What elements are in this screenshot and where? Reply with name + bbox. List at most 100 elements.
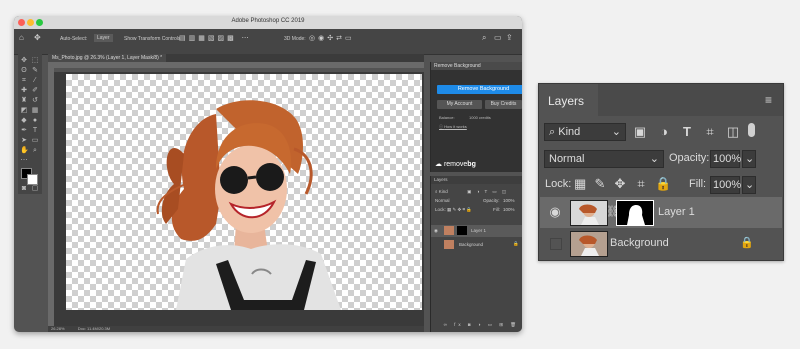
move-tool-icon[interactable]: ✥	[20, 57, 28, 65]
panel-menu-icon[interactable]: ≡	[765, 93, 772, 107]
remove-background-button[interactable]: Remove Background	[437, 85, 522, 94]
opacity-chevron-icon[interactable]: ⌄	[742, 150, 756, 168]
remove-bg-logo: ☁ removebg	[435, 161, 476, 168]
lock-row-small[interactable]: Lock: ▦ ✎ ✥ ⌗ 🔒 Fill: 100%	[431, 207, 522, 213]
layer-thumbnail	[570, 200, 608, 226]
layer-name: Background	[610, 237, 669, 249]
layer-mask-thumbnail[interactable]	[457, 226, 467, 235]
layer-row-small[interactable]: ◉ Layer 1	[431, 225, 522, 237]
remove-bg-panel-header[interactable]: Remove Background	[431, 62, 522, 70]
filter-toggle[interactable]	[748, 123, 755, 137]
background-color-swatch[interactable]	[27, 174, 38, 185]
fill-chevron-icon[interactable]: ⌄	[742, 176, 756, 194]
healing-icon[interactable]: ✚	[20, 87, 28, 95]
zoom-tool-icon[interactable]: ⌕	[31, 147, 39, 155]
chevron-down-icon: ⌄	[611, 126, 621, 138]
more-tools-icon[interactable]: ⋯	[20, 157, 28, 165]
layers-tab-small[interactable]: Layers	[431, 176, 522, 184]
align-icons[interactable]: ▤▥▦▧▨▩ ⋯	[179, 34, 252, 42]
stamp-icon[interactable]: ♜	[20, 97, 28, 105]
visibility-toggle[interactable]	[550, 238, 562, 250]
status-bar: 26.28% Doc: 11.4M/20.3M	[48, 326, 424, 332]
move-tool-icon[interactable]: ✥	[34, 33, 41, 42]
layers-footer-icons[interactable]: ∞ fx ◙ ◑ ▭ ⊞ 🗑	[431, 322, 522, 328]
hand-tool-icon[interactable]: ✋	[20, 147, 29, 155]
workspace-icon[interactable]: ▭	[494, 33, 502, 42]
screen-mode-icon[interactable]: ▢	[31, 185, 39, 193]
eyedropper-icon[interactable]: ⁄	[31, 77, 39, 85]
layer-row-small[interactable]: Background 🔒	[431, 239, 522, 251]
adjustment-filter-icon[interactable]: ◑	[657, 125, 671, 139]
smart-object-filter-icon[interactable]: ◫	[726, 125, 740, 139]
search-icon: ⌕	[549, 126, 556, 138]
brush-icon[interactable]: ✐	[31, 87, 39, 95]
shape-filter-icon[interactable]: ⌗	[703, 125, 717, 139]
options-bar: ⌂ ✥ Auto-Select: Layer Show Transform Co…	[14, 29, 522, 55]
lasso-tool-icon[interactable]: ʘ	[20, 67, 28, 75]
gradient-icon[interactable]: ▦	[31, 107, 39, 115]
lock-transparent-pixels-icon[interactable]: ▦	[574, 177, 586, 191]
lock-icon: 🔒	[740, 237, 754, 249]
lock-image-pixels-icon[interactable]: ✎	[594, 177, 606, 191]
blend-mode-small[interactable]: Normal Opacity: 100%	[431, 198, 522, 203]
marquee-tool-icon[interactable]: ⬚	[31, 57, 39, 65]
layer-name: Layer 1	[471, 228, 487, 233]
document-tabs: Ms_Photo.jpg @ 26.3% (Layer 1, Layer Mas…	[48, 54, 424, 62]
history-brush-icon[interactable]: ↺	[31, 97, 39, 105]
kind-filter-small[interactable]: ⌕ Kind ▣ ◑ T ▭ ◫	[431, 189, 522, 195]
quick-select-icon[interactable]: ✎	[31, 67, 39, 75]
balance-label: Balance:	[439, 115, 455, 120]
tools-panel: ✥ ⬚ ʘ ✎ ⌗ ⁄ ✚ ✐ ♜ ↺ ◩ ▦ ◆ ● ✒ T ➤ ▭ ✋ ⌕ …	[18, 54, 42, 194]
pixel-filter-icon[interactable]: ▣	[633, 125, 647, 139]
auto-select-dropdown[interactable]: Layer	[94, 34, 113, 42]
transparent-canvas[interactable]	[66, 74, 422, 310]
quick-mask-icon[interactable]: ◙	[20, 185, 28, 193]
fill-field[interactable]: 100%	[710, 176, 741, 194]
layers-panel-small: Layers ⌕ Kind ▣ ◑ T ▭ ◫ Normal Opacity: 1…	[430, 176, 522, 332]
visibility-eye-icon[interactable]: ◉	[548, 205, 562, 219]
logo-icon: ☁	[435, 161, 442, 168]
auto-select-label[interactable]: Auto-Select:	[60, 36, 87, 42]
path-select-icon[interactable]: ➤	[20, 137, 28, 145]
type-tool-icon[interactable]: T	[31, 127, 39, 135]
document-tab[interactable]: Ms_Photo.jpg @ 26.3% (Layer 1, Layer Mas…	[48, 54, 167, 62]
subject-photo	[156, 100, 341, 310]
title-bar: Adobe Photoshop CC 2019	[14, 16, 522, 29]
search-icon[interactable]: ⌕	[482, 33, 486, 43]
pen-icon[interactable]: ✒	[20, 127, 28, 135]
opacity-field[interactable]: 100%	[710, 150, 741, 168]
shape-tool-icon[interactable]: ▭	[31, 137, 39, 145]
opacity-label: Opacity:	[669, 152, 710, 164]
share-icon[interactable]: ⇪	[506, 33, 513, 42]
show-transform-controls[interactable]: Show Transform Controls	[124, 36, 180, 42]
lock-all-icon[interactable]: 🔒	[655, 177, 671, 191]
how-it-works-link[interactable]: ⓘ How it works	[439, 124, 467, 130]
crop-tool-icon[interactable]: ⌗	[20, 77, 28, 85]
layer-row-layer-1[interactable]: ◉ ⛓ Layer 1	[540, 197, 782, 228]
dodge-icon[interactable]: ●	[31, 117, 39, 125]
layers-panel-header: Layers ≡	[539, 84, 783, 116]
layer-row-background[interactable]: Background 🔒	[540, 228, 782, 259]
mask-link-icon[interactable]: ⛓	[606, 205, 620, 219]
zoom-level[interactable]: 26.28%	[51, 326, 65, 331]
layers-tab[interactable]: Layers	[539, 84, 598, 116]
blend-mode-dropdown[interactable]: Normal ⌄	[544, 150, 664, 168]
lock-position-icon[interactable]: ✥	[614, 177, 626, 191]
artboard-lock-icon[interactable]: ⌗	[635, 177, 647, 191]
my-account-button[interactable]: My Account	[437, 100, 482, 109]
layer-thumbnail	[570, 231, 608, 257]
kind-filter-dropdown[interactable]: ⌕ Kind ⌄	[544, 123, 626, 141]
visibility-icon[interactable]: ◉	[434, 228, 438, 234]
type-filter-icon[interactable]: T	[680, 125, 694, 139]
layer-mask-thumbnail[interactable]	[616, 200, 654, 226]
blur-icon[interactable]: ◆	[20, 117, 28, 125]
3d-mode-label: 3D Mode:	[284, 36, 306, 42]
home-icon[interactable]: ⌂	[19, 33, 24, 42]
eraser-icon[interactable]: ◩	[20, 107, 28, 115]
buy-credits-button[interactable]: Buy Credits	[485, 100, 522, 109]
fill-label: Fill:	[689, 178, 707, 190]
3d-icons[interactable]: ◎◉✣⇄▭	[309, 34, 355, 42]
doc-size: Doc: 11.4M/20.3M	[77, 326, 111, 331]
layers-panel-zoomed: Layers ≡ ⌕ Kind ⌄ ▣ ◑ T ⌗ ◫ Normal ⌄ Opa…	[538, 83, 784, 261]
layer-thumbnail	[444, 240, 454, 249]
